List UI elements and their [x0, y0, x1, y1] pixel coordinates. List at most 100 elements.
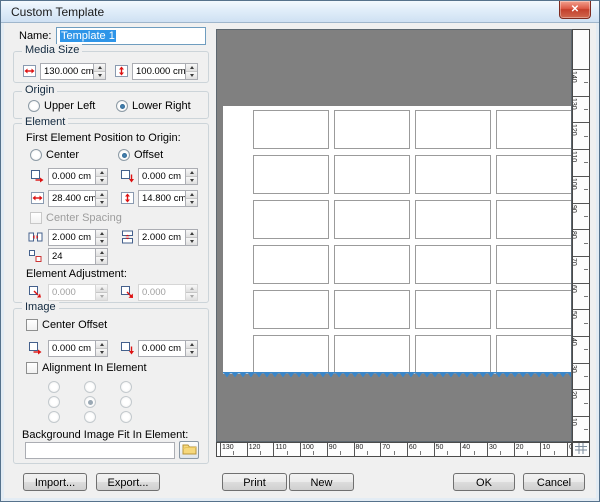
ruler-label: 110 [275, 444, 286, 451]
element-offset-x-decrement[interactable] [96, 177, 107, 184]
horizontal-spacing-input[interactable]: 2.000 cm [48, 229, 95, 246]
origin-upper-left-label: Upper Left [44, 100, 95, 112]
alignment-radio-top-right[interactable] [120, 381, 132, 393]
element-offset-x-increment[interactable] [96, 169, 107, 177]
adjust-x-icon [28, 285, 43, 299]
template-element [415, 245, 491, 284]
element-height-increment[interactable] [186, 191, 197, 199]
vertical-spacing-decrement[interactable] [186, 238, 197, 245]
adjust-x-increment[interactable] [96, 285, 107, 293]
element-count-decrement[interactable] [96, 257, 107, 264]
media-width-increment[interactable] [94, 64, 105, 72]
center-offset-checkbox[interactable] [26, 319, 38, 331]
origin-upper-left-radio[interactable] [28, 100, 40, 112]
close-button[interactable]: ✕ [559, 1, 591, 19]
ok-button[interactable]: OK [453, 473, 515, 491]
position-offset-radio[interactable] [118, 149, 130, 161]
element-offset-x-input[interactable]: 0.000 cm [48, 168, 95, 185]
vertical-spacing-input[interactable]: 2.000 cm [138, 229, 185, 246]
import-button[interactable]: Import... [23, 473, 87, 491]
adjust-y-decrement[interactable] [186, 293, 197, 300]
template-element [253, 155, 329, 194]
print-button[interactable]: Print [222, 473, 287, 491]
image-offset-x-input[interactable]: 0.000 cm [48, 340, 95, 357]
ruler-label: 110 [572, 151, 577, 162]
media-width-input[interactable]: 130.000 cm [40, 63, 93, 80]
adjust-y-increment[interactable] [186, 285, 197, 293]
ruler-label: 20 [516, 444, 524, 451]
image-offset-x-increment[interactable] [96, 341, 107, 349]
ruler-major-tick [247, 443, 248, 456]
media-height-input[interactable]: 100.000 cm [132, 63, 185, 80]
origin-lower-right-radio[interactable] [116, 100, 128, 112]
element-width-input[interactable]: 28.400 cm [48, 190, 95, 207]
media-width-decrement[interactable] [94, 72, 105, 79]
element-offset-y-input[interactable]: 0.000 cm [138, 168, 185, 185]
new-button[interactable]: New [289, 473, 354, 491]
ruler-label: 100 [302, 444, 314, 451]
element-offset-x-icon [30, 169, 45, 183]
template-name-input[interactable]: Template 1 [56, 27, 206, 45]
position-center-radio[interactable] [30, 149, 42, 161]
ruler-label: 90 [329, 444, 337, 451]
alignment-radio-top-center[interactable] [84, 381, 96, 393]
horizontal-spacing-decrement[interactable] [96, 238, 107, 245]
image-offset-x-icon [28, 341, 43, 355]
template-element [496, 110, 571, 149]
title-bar[interactable]: Custom Template ✕ [1, 1, 599, 23]
element-offset-y-decrement[interactable] [186, 177, 197, 184]
export-button[interactable]: Export... [96, 473, 160, 491]
ruler-major-tick [573, 416, 589, 417]
alignment-radio-bottom-right[interactable] [120, 411, 132, 423]
cancel-button[interactable]: Cancel [523, 473, 585, 491]
element-width-decrement[interactable] [96, 199, 107, 206]
alignment-radio-middle-left[interactable] [48, 396, 60, 408]
adjust-x-decrement[interactable] [96, 293, 107, 300]
element-count-increment[interactable] [96, 249, 107, 257]
image-offset-y-decrement[interactable] [186, 349, 197, 356]
ruler-major-tick [573, 69, 589, 70]
alignment-radio-bottom-left[interactable] [48, 411, 60, 423]
alignment-radio-middle-center[interactable] [84, 396, 96, 408]
ruler-label: 30 [489, 444, 497, 451]
first-element-position-label: First Element Position to Origin: [26, 132, 181, 144]
horizontal-spacing-icon [28, 230, 43, 244]
alignment-radio-top-left[interactable] [48, 381, 60, 393]
alignment-radio-middle-right[interactable] [120, 396, 132, 408]
element-width-increment[interactable] [96, 191, 107, 199]
ruler-major-tick [220, 443, 221, 456]
element-height-spinner: 14.800 cm [138, 190, 198, 207]
cut-edge-line [223, 372, 571, 378]
ruler-label: 50 [436, 444, 444, 451]
ruler-label: 70 [382, 444, 390, 451]
adjust-y-input[interactable]: 0.000 [138, 284, 185, 301]
image-offset-y-input[interactable]: 0.000 cm [138, 340, 185, 357]
template-element [253, 245, 329, 284]
ruler-label: 90 [572, 205, 577, 213]
element-count-input[interactable]: 24 [48, 248, 95, 265]
ruler-major-tick [573, 176, 589, 177]
background-path-input[interactable] [25, 442, 175, 459]
element-height-input[interactable]: 14.800 cm [138, 190, 185, 207]
alignment-in-element-checkbox[interactable] [26, 362, 38, 374]
horizontal-spacing-increment[interactable] [96, 230, 107, 238]
element-height-decrement[interactable] [186, 199, 197, 206]
center-spacing-checkbox[interactable] [30, 212, 42, 224]
browse-button[interactable] [179, 441, 199, 459]
media-height-decrement[interactable] [186, 72, 197, 79]
template-element [496, 200, 571, 239]
image-offset-x-decrement[interactable] [96, 349, 107, 356]
image-offset-y-increment[interactable] [186, 341, 197, 349]
element-offset-y-increment[interactable] [186, 169, 197, 177]
preview-canvas[interactable] [216, 29, 572, 442]
ruler-major-tick [573, 283, 589, 284]
media-height-increment[interactable] [186, 64, 197, 72]
ruler-label: 80 [356, 444, 364, 451]
ruler-major-tick [573, 96, 589, 97]
vertical-spacing-increment[interactable] [186, 230, 197, 238]
ruler-major-tick [573, 363, 589, 364]
adjust-x-input[interactable]: 0.000 [48, 284, 95, 301]
ruler-minor-tick [447, 451, 448, 455]
alignment-radio-bottom-center[interactable] [84, 411, 96, 423]
ruler-minor-tick [527, 451, 528, 455]
